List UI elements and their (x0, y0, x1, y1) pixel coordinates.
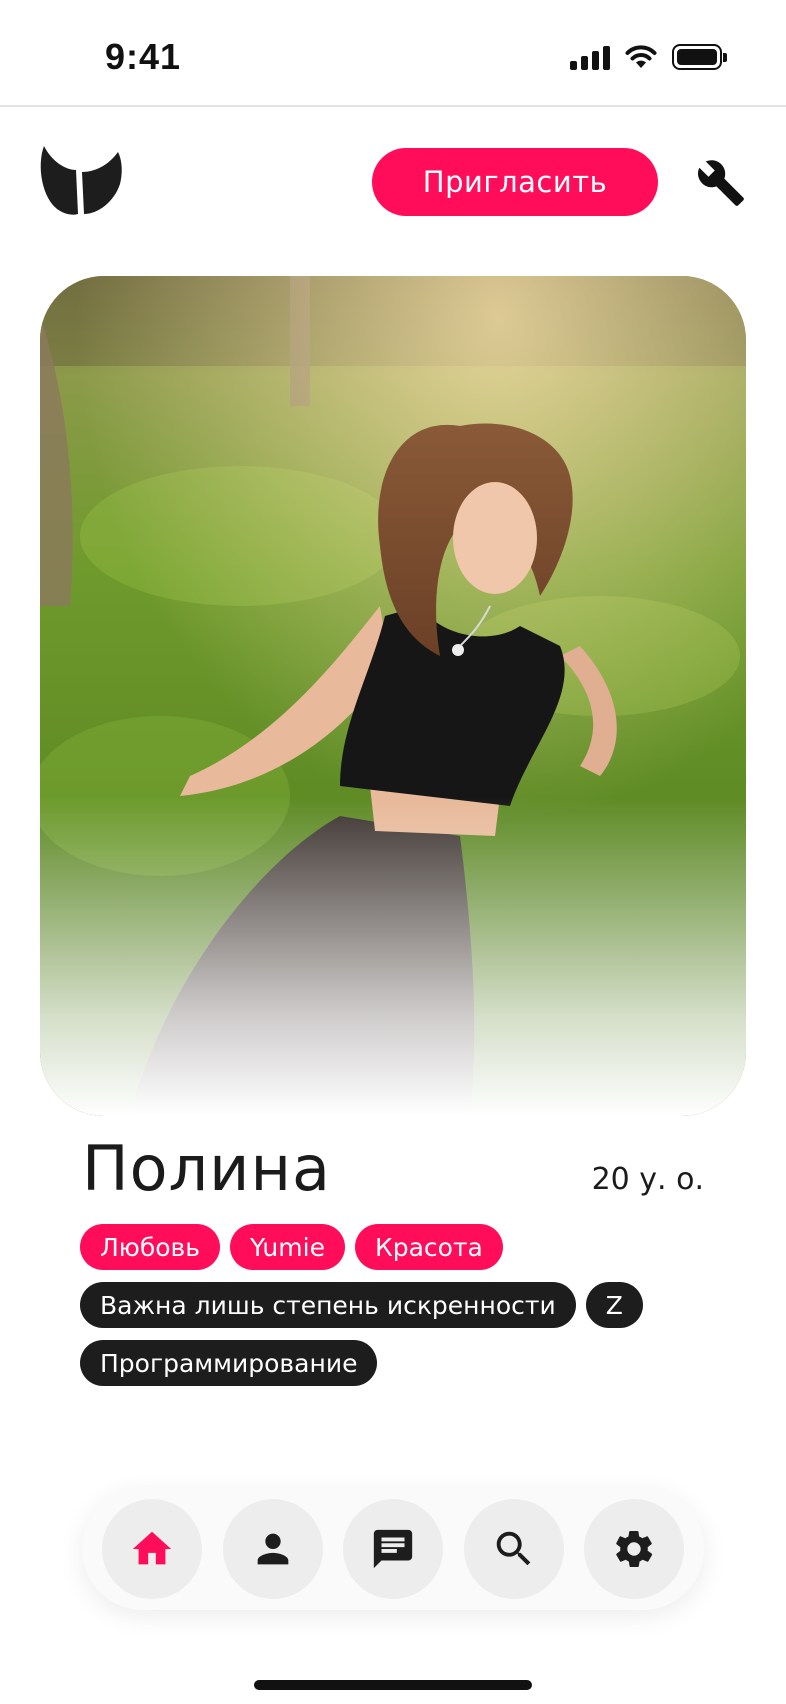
home-icon (132, 1531, 172, 1565)
gear-icon (616, 1530, 653, 1568)
interest-tags: Любовь Yumie Красота Важна лишь степень … (80, 1224, 720, 1398)
chat-icon (373, 1529, 413, 1569)
tag-chip[interactable]: Yumie (230, 1224, 345, 1270)
app-logo-icon[interactable] (38, 144, 122, 216)
profile-age: 20 у. о. (591, 1162, 704, 1197)
nav-search-button[interactable] (463, 1499, 564, 1599)
cellular-signal-icon (570, 44, 610, 70)
tag-chip[interactable]: Любовь (80, 1224, 221, 1270)
tag-chip[interactable]: Программирование (80, 1340, 378, 1386)
battery-icon (672, 44, 727, 70)
status-icons (570, 44, 727, 70)
tag-chip[interactable]: Важна лишь степень искренности (80, 1282, 576, 1328)
invite-button[interactable]: Пригласить (372, 148, 658, 216)
wrench-icon[interactable] (696, 158, 746, 208)
wifi-icon (625, 45, 657, 68)
status-time: 9:41 (105, 36, 182, 77)
search-icon (496, 1531, 530, 1566)
profile-name: Полина (82, 1132, 332, 1205)
bottom-navigation (82, 1488, 704, 1610)
profile-photo[interactable] (40, 276, 746, 1116)
status-bar: 9:41 (0, 0, 786, 107)
nav-settings-button[interactable] (584, 1499, 684, 1599)
home-indicator[interactable] (254, 1680, 532, 1690)
tag-row: Важна лишь степень искренности Z (80, 1282, 720, 1328)
tag-chip[interactable]: Z (585, 1282, 643, 1328)
nav-profile-button[interactable] (222, 1499, 323, 1599)
tag-row: Любовь Yumie Красота (80, 1224, 720, 1270)
nav-home-button[interactable] (102, 1499, 202, 1599)
tag-chip[interactable]: Красота (354, 1224, 503, 1270)
tag-row: Программирование (80, 1340, 720, 1386)
nav-messages-button[interactable] (343, 1499, 443, 1599)
person-icon (257, 1533, 288, 1565)
